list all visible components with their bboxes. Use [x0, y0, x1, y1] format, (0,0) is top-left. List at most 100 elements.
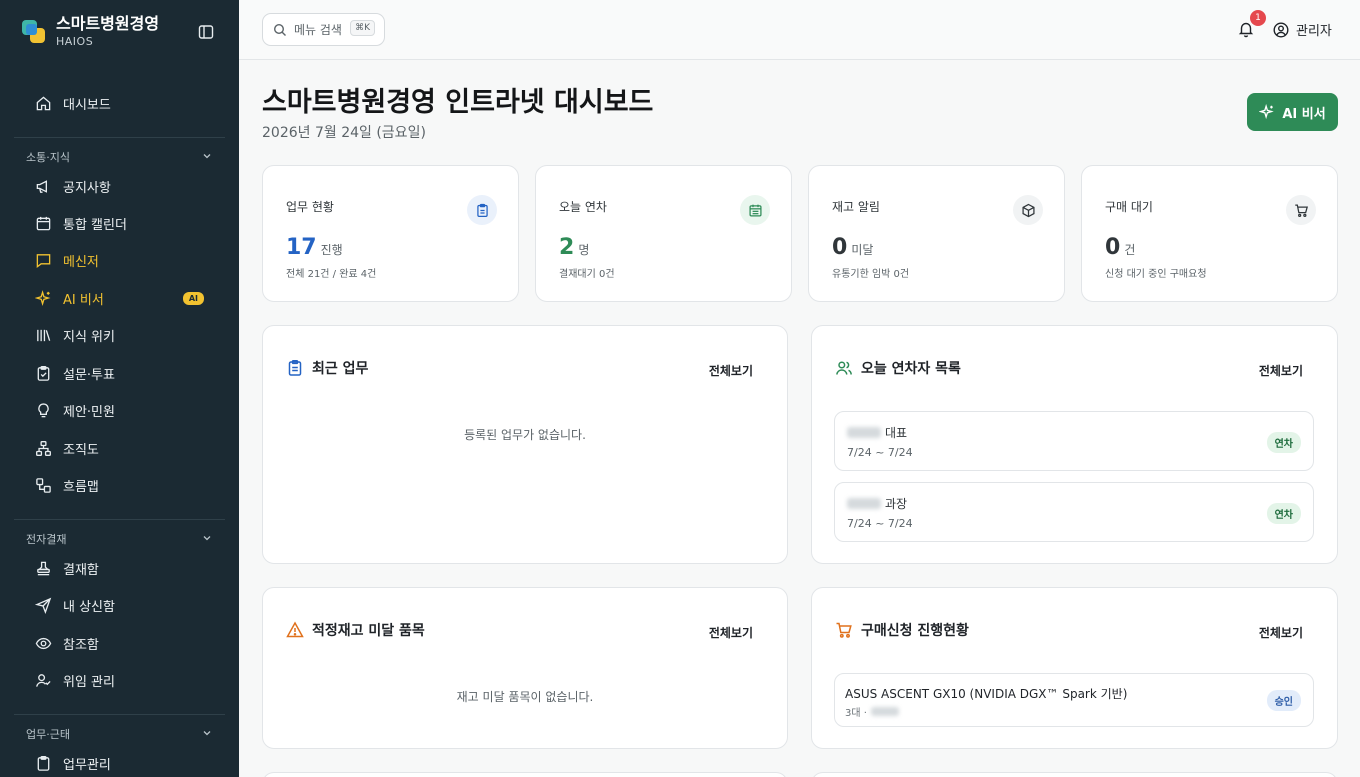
sidebar-item-label: 참조함: [63, 637, 99, 653]
status-badge: 연차: [1266, 503, 1301, 524]
sidebar-item-label: 지식 위키: [63, 329, 115, 345]
clipboard-icon: [467, 195, 497, 225]
sidebar-item-delegation[interactable]: 위임 관리: [34, 668, 214, 692]
leave-role: 과장: [885, 497, 908, 511]
stat-sub: 결재대기 0건: [559, 269, 615, 280]
search-input[interactable]: 메뉴 검색 ⌘K: [262, 13, 385, 46]
stamp-icon: [34, 559, 52, 577]
card-partial: [262, 772, 788, 777]
sidebar-item-suggestion[interactable]: 제안·민원: [34, 398, 214, 422]
sidebar-item-flowmap[interactable]: 흐름맵: [34, 473, 214, 497]
section-approval[interactable]: 전자결재: [26, 531, 212, 547]
view-all-link[interactable]: 전체보기: [1259, 624, 1303, 641]
search-shortcut: ⌘K: [350, 20, 375, 36]
lightbulb-icon: [34, 401, 52, 419]
card-title-text: 오늘 연차자 목록: [861, 361, 961, 377]
sidebar-item-calendar[interactable]: 통합 캘린더: [34, 211, 214, 235]
user-menu[interactable]: 관리자: [1273, 20, 1332, 39]
sidebar-item-survey[interactable]: 설문·투표: [34, 361, 214, 385]
stat-unit: 건: [1124, 243, 1136, 257]
low-stock-card: 적정재고 미달 품목 전체보기 재고 미달 품목이 없습니다.: [262, 587, 788, 749]
home-icon: [34, 94, 52, 112]
cart-icon: [835, 621, 853, 639]
sidebar-toggle-icon[interactable]: [198, 24, 214, 40]
redacted-name: [847, 427, 881, 438]
stat-value: 2: [559, 235, 575, 260]
sidebar-item-approval-box[interactable]: 결재함: [34, 556, 214, 580]
stat-label: 구매 대기: [1105, 200, 1153, 214]
section-label: 소통·지식: [26, 151, 70, 164]
calendar-icon: [34, 214, 52, 232]
section-label: 전자결재: [26, 533, 67, 546]
chevron-down-icon: [202, 728, 212, 741]
card-partial: [811, 772, 1338, 777]
stat-card-leave[interactable]: 오늘 연차 2명 결재대기 0건: [535, 165, 792, 302]
empty-message: 등록된 업무가 없습니다.: [464, 428, 586, 442]
ai-button-label: AI 비서: [1282, 106, 1326, 122]
stat-value-wrap: 17 진행: [286, 235, 343, 260]
stat-value-wrap: 0건: [1105, 235, 1135, 260]
list-item[interactable]: 과장 7/24 ~ 7/24 연차: [834, 482, 1314, 542]
user-circle-icon: [1273, 21, 1289, 38]
divider: [14, 137, 225, 138]
stat-unit: 미달: [851, 243, 874, 257]
stat-card-inventory[interactable]: 재고 알림 0 미달 유통기한 임박 0건: [808, 165, 1065, 302]
search-placeholder: 메뉴 검색: [294, 23, 342, 37]
clipboard-list-icon: [286, 359, 304, 377]
sidebar-item-orgchart[interactable]: 조직도: [34, 436, 214, 460]
leave-range: 7/24 ~ 7/24: [847, 517, 913, 530]
sidebar-item-dashboard[interactable]: 대시보드: [34, 91, 214, 115]
sidebar-item-label: 제안·민원: [63, 404, 115, 420]
stat-card-purchase[interactable]: 구매 대기 0건 신청 대기 중인 구매요청: [1081, 165, 1338, 302]
page-title: 스마트병원경영 인트라넷 대시보드: [262, 87, 654, 118]
card-title-text: 적정재고 미달 품목: [312, 623, 425, 639]
ai-assistant-button[interactable]: AI 비서: [1247, 93, 1338, 131]
stat-value: 0: [832, 235, 848, 260]
sidebar-item-messenger[interactable]: 메신저: [34, 248, 214, 272]
sidebar-item-label: 대시보드: [63, 97, 111, 113]
card-title: 구매신청 진행현황: [835, 620, 969, 640]
clipboard-icon: [34, 754, 52, 772]
sidebar-item-cc-box[interactable]: 참조함: [34, 631, 214, 655]
box-icon: [1013, 195, 1043, 225]
notification-badge: 1: [1250, 10, 1266, 26]
section-work-attendance[interactable]: 업무·근태: [26, 726, 212, 742]
warning-icon: [286, 621, 304, 639]
divider: [14, 519, 225, 520]
purchase-status-card: 구매신청 진행현황 전체보기 ASUS ASCENT GX10 (NVIDIA …: [811, 587, 1338, 749]
view-all-link[interactable]: 전체보기: [709, 624, 753, 641]
redacted-name: [847, 498, 881, 509]
sidebar-item-label: 공지사항: [63, 180, 111, 196]
status-badge: 승인: [1266, 690, 1301, 711]
sidebar-item-ai-assistant[interactable]: AI 비서 AI: [34, 286, 214, 310]
section-communication[interactable]: 소통·지식: [26, 149, 212, 165]
leave-today-card: 오늘 연차자 목록 전체보기 대표 7/24 ~ 7/24 연차 과장 7/24…: [811, 325, 1338, 564]
card-title-text: 최근 업무: [312, 361, 369, 377]
user-check-icon: [34, 671, 52, 689]
stat-value: 17: [286, 235, 317, 260]
sidebar-item-task-management[interactable]: 업무관리: [34, 751, 214, 775]
stat-label: 재고 알림: [832, 200, 880, 214]
list-item[interactable]: ASUS ASCENT GX10 (NVIDIA DGX™ Spark 기반) …: [834, 673, 1314, 727]
view-all-link[interactable]: 전체보기: [709, 362, 753, 379]
leave-range: 7/24 ~ 7/24: [847, 446, 913, 459]
users-icon: [835, 359, 853, 377]
sparkles-icon: [34, 289, 52, 307]
sidebar-item-notice[interactable]: 공지사항: [34, 174, 214, 198]
leave-person: 대표: [847, 424, 907, 441]
view-all-link[interactable]: 전체보기: [1259, 362, 1303, 379]
chevron-down-icon: [202, 151, 212, 164]
list-item[interactable]: 대표 7/24 ~ 7/24 연차: [834, 411, 1314, 471]
sidebar-item-wiki[interactable]: 지식 위키: [34, 323, 214, 347]
stat-card-tasks[interactable]: 업무 현황 17 진행 전체 21건 / 완료 4건: [262, 165, 519, 302]
sidebar-item-my-submissions[interactable]: 내 상신함: [34, 593, 214, 617]
brand[interactable]: 스마트병원경영 HAIOS: [22, 14, 159, 50]
brand-logo: [22, 20, 46, 44]
page-date: 2026년 7월 24일 (금요일): [262, 125, 426, 141]
megaphone-icon: [34, 177, 52, 195]
leave-role: 대표: [885, 426, 908, 440]
ai-badge: AI: [182, 292, 204, 305]
library-icon: [34, 326, 52, 344]
stat-label: 오늘 연차: [559, 200, 607, 214]
stat-unit: 명: [578, 243, 590, 257]
